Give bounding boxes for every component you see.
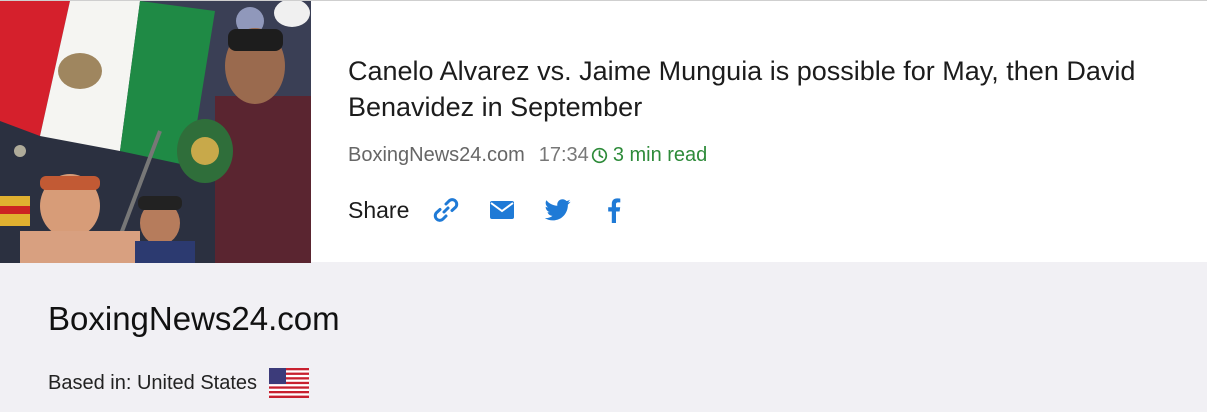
link-icon[interactable] — [431, 195, 461, 225]
twitter-icon[interactable] — [543, 195, 573, 225]
based-in-label: Based in: United States — [48, 371, 258, 394]
facebook-icon[interactable] — [599, 195, 629, 225]
article-meta: BoxingNews24.com 17:34 3 min read — [348, 142, 707, 168]
source-name: BoxingNews24.com — [48, 300, 340, 337]
share-label: Share — [348, 196, 410, 223]
article-card[interactable]: Canelo Alvarez vs. Jaime Munguia is poss… — [0, 0, 1207, 263]
email-icon[interactable] — [487, 195, 517, 225]
share-bar: Share — [348, 193, 655, 227]
clock-icon — [591, 147, 607, 163]
article-source[interactable]: BoxingNews24.com — [348, 144, 525, 167]
us-flag-icon — [269, 368, 310, 398]
article-time: 17:34 — [538, 143, 589, 166]
read-time-label: 3 min read — [612, 143, 708, 166]
read-time: 3 min read — [591, 143, 708, 167]
article-title[interactable]: Canelo Alvarez vs. Jaime Munguia is poss… — [348, 53, 1188, 125]
article-thumbnail[interactable] — [0, 1, 311, 263]
based-in: Based in: United States — [48, 368, 310, 398]
